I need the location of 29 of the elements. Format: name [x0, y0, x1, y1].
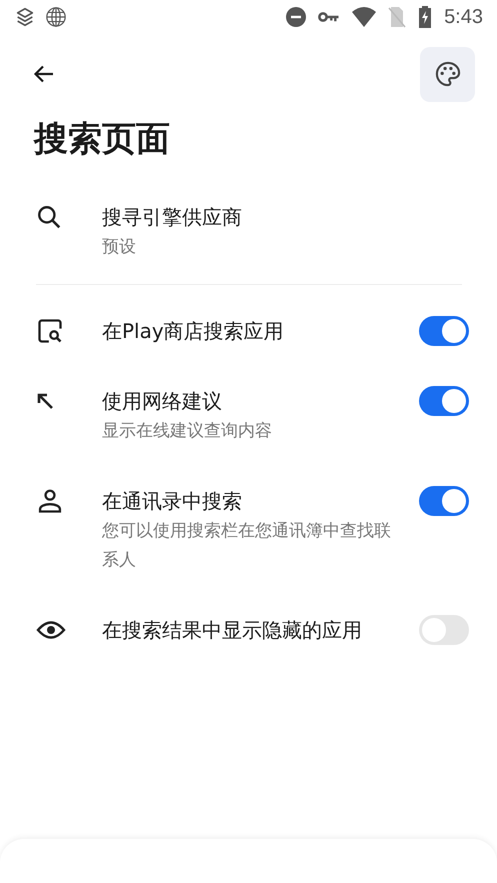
item-title: 搜寻引擎供应商	[102, 204, 243, 231]
app-search-icon	[36, 317, 64, 345]
arrow-up-left-icon	[36, 392, 54, 410]
item-subtitle: 预设	[102, 236, 137, 259]
layers-icon	[14, 6, 36, 28]
page-title: 搜索页面	[34, 118, 171, 161]
toggle-switch[interactable]	[419, 486, 469, 516]
toggle-switch[interactable]	[419, 316, 469, 346]
key-icon	[318, 10, 340, 24]
no-sim-icon	[388, 6, 406, 28]
eye-icon	[36, 619, 66, 641]
search-icon	[36, 204, 62, 230]
toggle-switch[interactable]	[419, 386, 469, 416]
do-not-disturb-icon	[286, 7, 306, 27]
toggle-switch[interactable]	[419, 615, 469, 645]
person-icon	[36, 487, 64, 515]
setting-description: 您可以使用搜索栏在您通讯簿中查找联系人	[102, 520, 392, 572]
setting-title: 使用网络建议	[102, 388, 223, 415]
battery-charging-icon	[418, 6, 432, 28]
palette-icon	[434, 60, 462, 88]
clock-time: 5:43	[444, 6, 483, 28]
globe-icon	[45, 6, 67, 28]
setting-title: 在Play商店搜索应用	[102, 318, 285, 345]
wifi-icon	[352, 7, 376, 27]
search-engine-item[interactable]: 搜寻引擎供应商 预设	[0, 202, 497, 262]
setting-title: 在通讯录中搜索	[102, 488, 243, 515]
palette-button[interactable]	[420, 46, 475, 102]
setting-title: 在搜索结果中显示隐藏的应用	[102, 617, 363, 644]
setting-description: 显示在线建议查询内容	[102, 420, 273, 443]
